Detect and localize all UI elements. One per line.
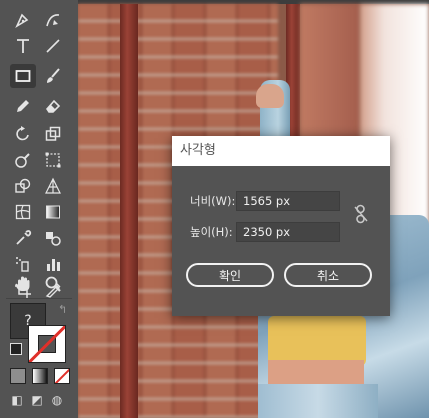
- jeans-image-region: [258, 384, 378, 418]
- free-transform-tool-icon[interactable]: [40, 148, 66, 172]
- swap-fill-stroke-icon[interactable]: ↰: [58, 303, 67, 316]
- fill-stroke-control: ? ↰: [10, 303, 70, 365]
- stroke-swatch-hole: [38, 335, 56, 353]
- paintbrush-tool-icon[interactable]: [40, 64, 66, 88]
- width-label: 너비(W):: [190, 194, 236, 208]
- blend-tool-icon[interactable]: [40, 226, 66, 250]
- default-fill-stroke-icon[interactable]: [10, 343, 22, 355]
- mesh-tool-icon[interactable]: [10, 200, 36, 224]
- stroke-swatch[interactable]: [28, 325, 66, 363]
- draw-normal-icon[interactable]: ◧: [10, 393, 24, 407]
- shape-builder-tool-icon[interactable]: [10, 174, 36, 198]
- pencil-tool-icon[interactable]: [10, 94, 36, 118]
- color-mode-icon[interactable]: [10, 368, 26, 384]
- warp-tool-icon[interactable]: [10, 148, 36, 172]
- hand-tool-icon[interactable]: [10, 272, 36, 296]
- width-row: 너비(W):: [190, 191, 340, 211]
- width-input[interactable]: [236, 191, 340, 211]
- scale-tool-icon[interactable]: [40, 122, 66, 146]
- ok-button[interactable]: 확인: [186, 263, 274, 287]
- perspective-grid-tool-icon[interactable]: [40, 174, 66, 198]
- curvature-tool-icon[interactable]: [40, 8, 66, 32]
- zoom-tool-icon[interactable]: [40, 272, 66, 296]
- dialog-title: 사각형: [172, 136, 390, 166]
- pen-tool-icon[interactable]: [10, 8, 36, 32]
- draw-behind-icon[interactable]: ◩: [30, 393, 44, 407]
- rotate-tool-icon[interactable]: [10, 122, 36, 146]
- yellow-top-image-region: [268, 316, 366, 366]
- draw-mode-row: ◧ ◩ ◍: [10, 393, 64, 407]
- rectangle-tool-icon[interactable]: [10, 64, 36, 88]
- line-segment-tool-icon[interactable]: [40, 34, 66, 58]
- gradient-tool-icon[interactable]: [40, 200, 66, 224]
- draw-inside-icon[interactable]: ◍: [50, 393, 64, 407]
- drain-pipe-image-region: [120, 4, 138, 418]
- height-row: 높이(H):: [190, 222, 340, 242]
- eyedropper-tool-icon[interactable]: [10, 226, 36, 250]
- toolbar-divider: [6, 298, 72, 299]
- cancel-button[interactable]: 취소: [284, 263, 372, 287]
- tools-panel: ? ↰ ◧ ◩ ◍: [0, 0, 78, 418]
- none-mode-icon[interactable]: [54, 368, 70, 384]
- height-label: 높이(H):: [190, 225, 233, 239]
- type-tool-icon[interactable]: [10, 34, 36, 58]
- unlink-chain-icon[interactable]: [352, 204, 370, 224]
- color-mode-row: [10, 368, 70, 384]
- rectangle-dialog: 사각형 너비(W): 높이(H): 확인 취소: [172, 136, 390, 316]
- eraser-tool-icon[interactable]: [40, 94, 66, 118]
- height-input[interactable]: [236, 222, 340, 242]
- gradient-mode-icon[interactable]: [32, 368, 48, 384]
- hand-image-region: [256, 84, 284, 108]
